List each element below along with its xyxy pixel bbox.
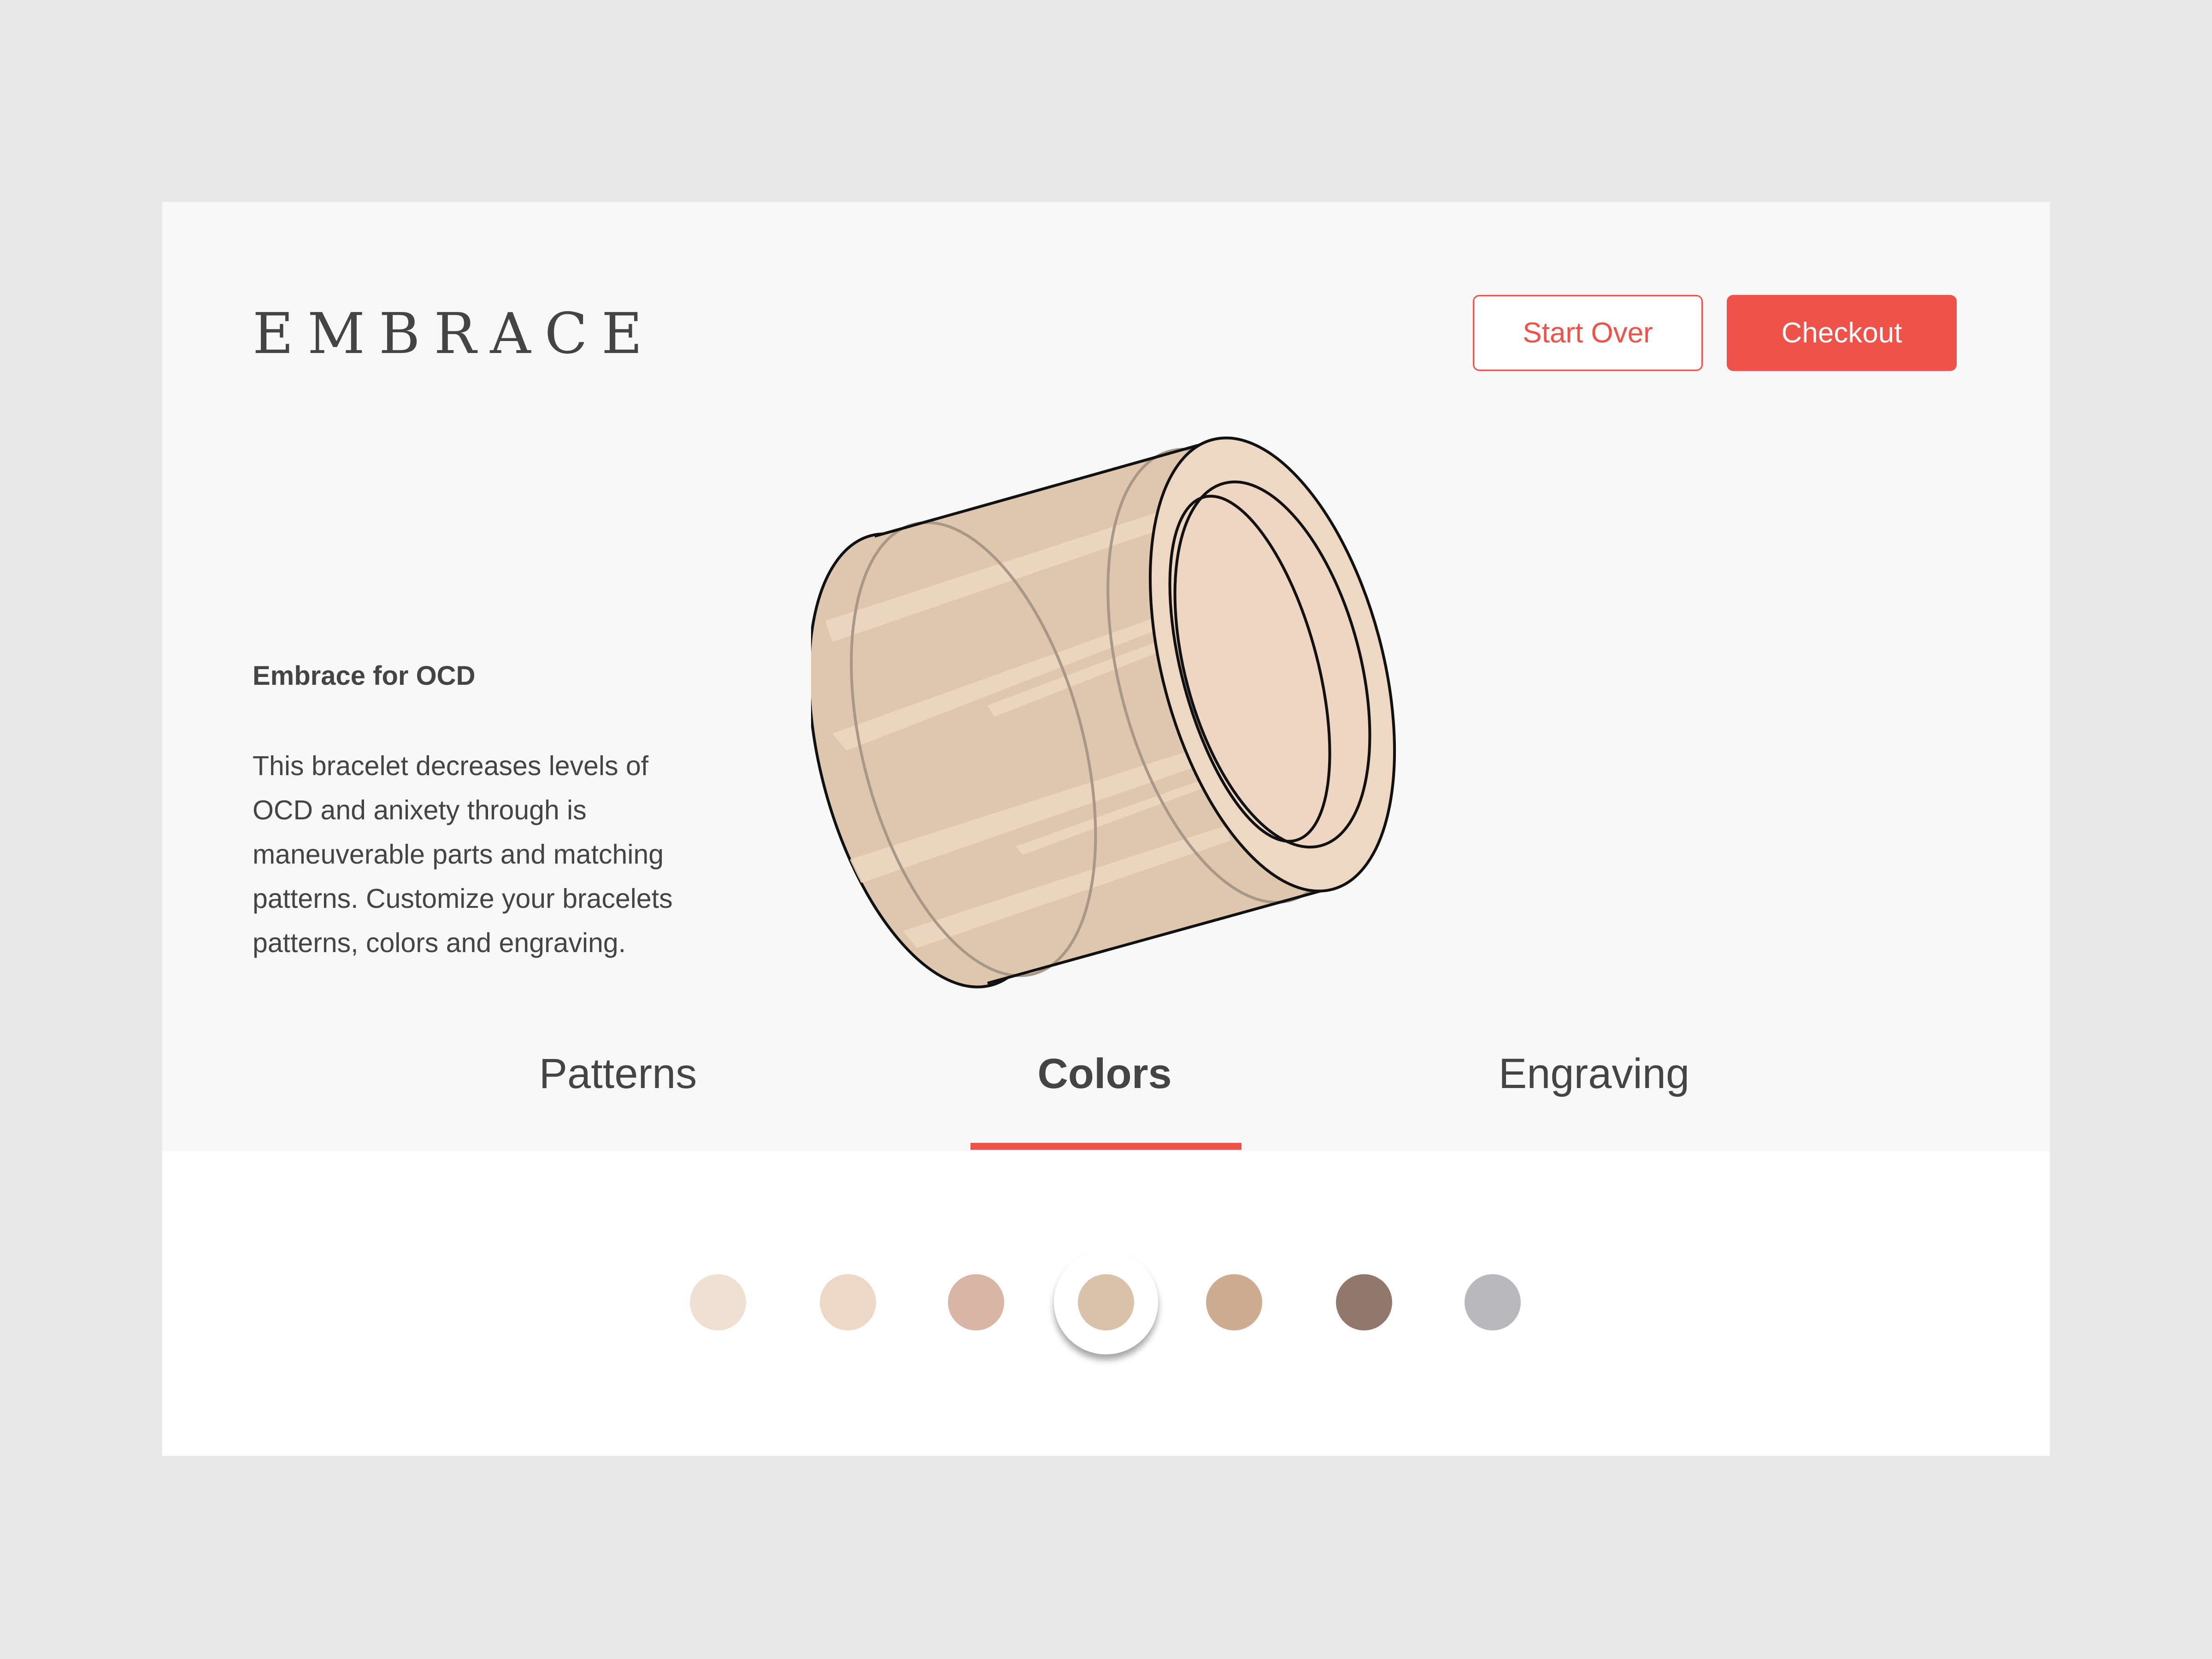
tab-colors[interactable]: Colors <box>1037 1050 1171 1098</box>
tab-patterns[interactable]: Patterns <box>539 1050 697 1098</box>
color-swatch[interactable] <box>690 1274 746 1330</box>
product-title: Embrace for OCD <box>253 661 476 691</box>
checkout-button[interactable]: Checkout <box>1727 295 1957 371</box>
bracelet-preview <box>811 436 1396 988</box>
color-swatch[interactable] <box>1465 1274 1521 1330</box>
start-over-button[interactable]: Start Over <box>1473 295 1703 371</box>
preview-section: EMBRACE Start Over Checkout Embrace for … <box>162 202 2050 1151</box>
color-swatch[interactable] <box>1336 1274 1392 1330</box>
active-tab-indicator <box>971 1143 1241 1150</box>
tab-engraving[interactable]: Engraving <box>1499 1050 1689 1098</box>
color-swatch[interactable] <box>820 1274 876 1330</box>
color-swatch[interactable] <box>1078 1274 1134 1330</box>
customizer-card: EMBRACE Start Over Checkout Embrace for … <box>162 202 2050 1456</box>
color-swatch[interactable] <box>1206 1274 1262 1330</box>
brand-logo: EMBRACE <box>253 301 656 366</box>
color-swatch[interactable] <box>948 1274 1004 1330</box>
product-description: This bracelet decreases levels of OCD an… <box>253 751 673 958</box>
